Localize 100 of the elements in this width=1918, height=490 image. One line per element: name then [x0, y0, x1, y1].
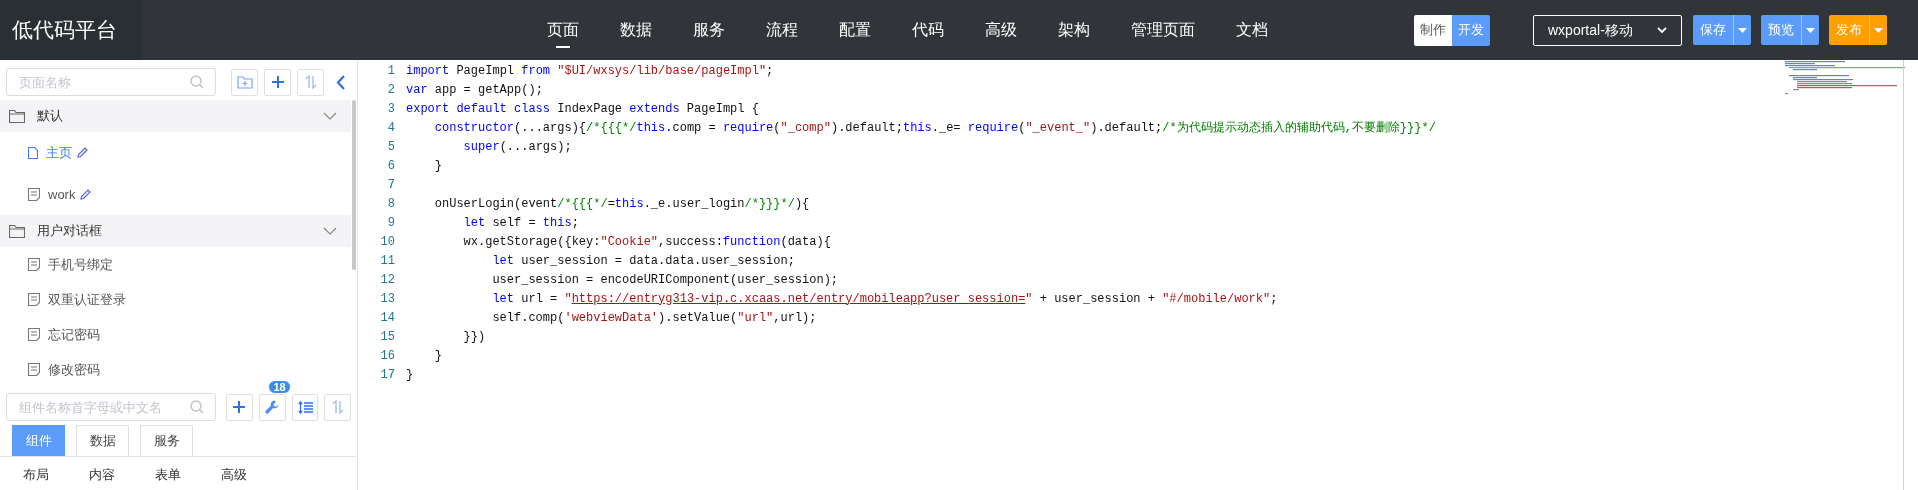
line-number: 15: [379, 328, 395, 346]
nav-tab[interactable]: 配置: [839, 0, 871, 60]
line-number: 12: [379, 271, 395, 289]
sort-icon: [331, 400, 344, 414]
page-item[interactable]: work: [28, 184, 76, 204]
count-badge: 18: [268, 379, 291, 394]
code-line: user_session = encodeURIComponent(user_session);: [491, 271, 839, 289]
search-icon: [190, 400, 204, 414]
wrench-icon: [265, 400, 280, 414]
line-spacing-icon: [297, 400, 313, 414]
code-line: var app = getApp();: [406, 81, 543, 99]
page-label: 修改密码: [48, 360, 100, 379]
page-label: 主页: [46, 144, 72, 162]
folder-icon: [9, 109, 25, 123]
dropdown-button[interactable]: [1733, 15, 1751, 45]
line-number: 6: [386, 157, 395, 175]
folder-label: 用户对话框: [37, 222, 103, 241]
nav-tab[interactable]: 数据: [620, 0, 652, 60]
folder-row[interactable]: 用户对话框: [0, 215, 351, 247]
category-tab[interactable]: 内容: [89, 465, 117, 485]
code-line: let user_session = data.data.user_session;: [491, 252, 795, 270]
chevron-down-icon: [323, 112, 337, 120]
line-number: 13: [379, 290, 395, 308]
page-item[interactable]: 手机号绑定: [28, 254, 113, 275]
nav-tab[interactable]: 流程: [766, 0, 798, 60]
nav-tab[interactable]: 文档: [1236, 0, 1268, 60]
page-item[interactable]: 双重认证登录: [28, 289, 126, 310]
line-number: 11: [379, 252, 395, 270]
file-icon: [28, 146, 38, 159]
document-icon: [28, 363, 40, 376]
app-title: 低代码平台: [0, 0, 142, 60]
search-field[interactable]: 组件名称首字母或中文名: [6, 393, 216, 421]
folder-plus-icon: [236, 75, 253, 89]
page-item[interactable]: 忘记密码: [28, 324, 100, 345]
plus-icon: [233, 401, 246, 413]
collapse-button[interactable]: [335, 74, 345, 90]
code-line: }: [433, 347, 442, 365]
nav-tab[interactable]: 代码: [912, 0, 944, 60]
folder-icon: [9, 224, 25, 238]
code-line: let url = "https://entryg313-vip.c.xcaas.net/entry/mobileapp?user_session=" + user_session + "#/mobile/work";: [491, 290, 1278, 308]
line-number: 7: [386, 176, 395, 194]
page-label: 忘记密码: [48, 325, 100, 344]
tools-button[interactable]: [258, 393, 286, 421]
page-label: 双重认证登录: [48, 290, 126, 309]
caret-icon: [1874, 27, 1883, 33]
add-button[interactable]: [264, 68, 291, 96]
category-tab[interactable]: 布局: [23, 465, 51, 485]
sort-icon: [304, 75, 317, 89]
panel-tab[interactable]: 服务: [140, 425, 193, 456]
line-number: 14: [379, 309, 395, 327]
document-icon: [28, 328, 40, 341]
nav-tab[interactable]: 管理页面: [1131, 0, 1195, 60]
line-spacing-button[interactable]: [291, 393, 319, 421]
code-line: wx.getStorage({key:"Cookie",success:function(data){: [462, 233, 831, 251]
chevron-down-icon: [323, 227, 337, 235]
line-number: 2: [386, 81, 395, 99]
line-number: 10: [379, 233, 395, 251]
dropdown-button[interactable]: [1869, 15, 1887, 45]
code-line: }}): [462, 328, 486, 346]
plus-icon: [271, 76, 284, 88]
page-item[interactable]: 修改密码: [28, 359, 100, 380]
nav-tab[interactable]: 架构: [1058, 0, 1090, 60]
add-button[interactable]: [226, 393, 253, 421]
page-item[interactable]: 主页: [28, 143, 72, 163]
mode-toggle-option[interactable]: 制作: [1414, 14, 1452, 46]
caret-icon: [1738, 27, 1747, 33]
line-number: 4: [386, 119, 395, 137]
line-number: 3: [386, 100, 395, 118]
folder-label: 默认: [37, 107, 64, 126]
dropdown-button[interactable]: [1801, 15, 1819, 45]
code-line: self.comp('webviewData').setValue("url",url);: [491, 309, 817, 327]
nav-tab[interactable]: 高级: [985, 0, 1017, 60]
search-field[interactable]: 页面名称: [6, 68, 216, 96]
code-line: onUserLogin(event/*{{{*/=this._e.user_login/*}}}*/){: [433, 195, 810, 213]
line-number: 16: [379, 347, 395, 365]
code-line: }: [433, 157, 442, 175]
code-line: let self = this;: [462, 214, 579, 232]
nav-tab[interactable]: 页面: [547, 0, 579, 60]
pencil-icon[interactable]: [77, 147, 88, 159]
code-line: import PageImpl from "$UI/wxsys/lib/base/pageImpl";: [406, 62, 774, 80]
code-line: export default class IndexPage extends PageImpl {: [406, 100, 759, 118]
category-tab[interactable]: 高级: [221, 465, 249, 485]
chevron-left-icon: [335, 74, 345, 90]
category-tab[interactable]: 表单: [155, 465, 183, 485]
page-label: work: [48, 185, 76, 204]
line-number: 9: [386, 214, 395, 232]
panel-tab[interactable]: 数据: [76, 425, 129, 456]
pencil-icon[interactable]: [80, 188, 92, 200]
folder-row[interactable]: 默认: [0, 100, 351, 132]
nav-tab[interactable]: 服务: [693, 0, 725, 60]
select-value: wxportal-移动: [1548, 20, 1633, 40]
line-number: 17: [379, 366, 395, 384]
app-select[interactable]: wxportal-移动: [1533, 14, 1682, 46]
document-icon: [28, 293, 40, 306]
page-label: 手机号绑定: [48, 255, 113, 274]
new-folder-button[interactable]: [231, 68, 258, 96]
line-number: 8: [386, 195, 395, 213]
code-line: constructor(...args){/*{{{*/this.comp = require("_comp").default;this._e= require("_event_").default;/*为代码提示动态插入的辅助代码,不要删除}}}*/: [433, 119, 1436, 137]
line-number: 5: [386, 138, 395, 156]
caret-icon: [1806, 27, 1815, 33]
